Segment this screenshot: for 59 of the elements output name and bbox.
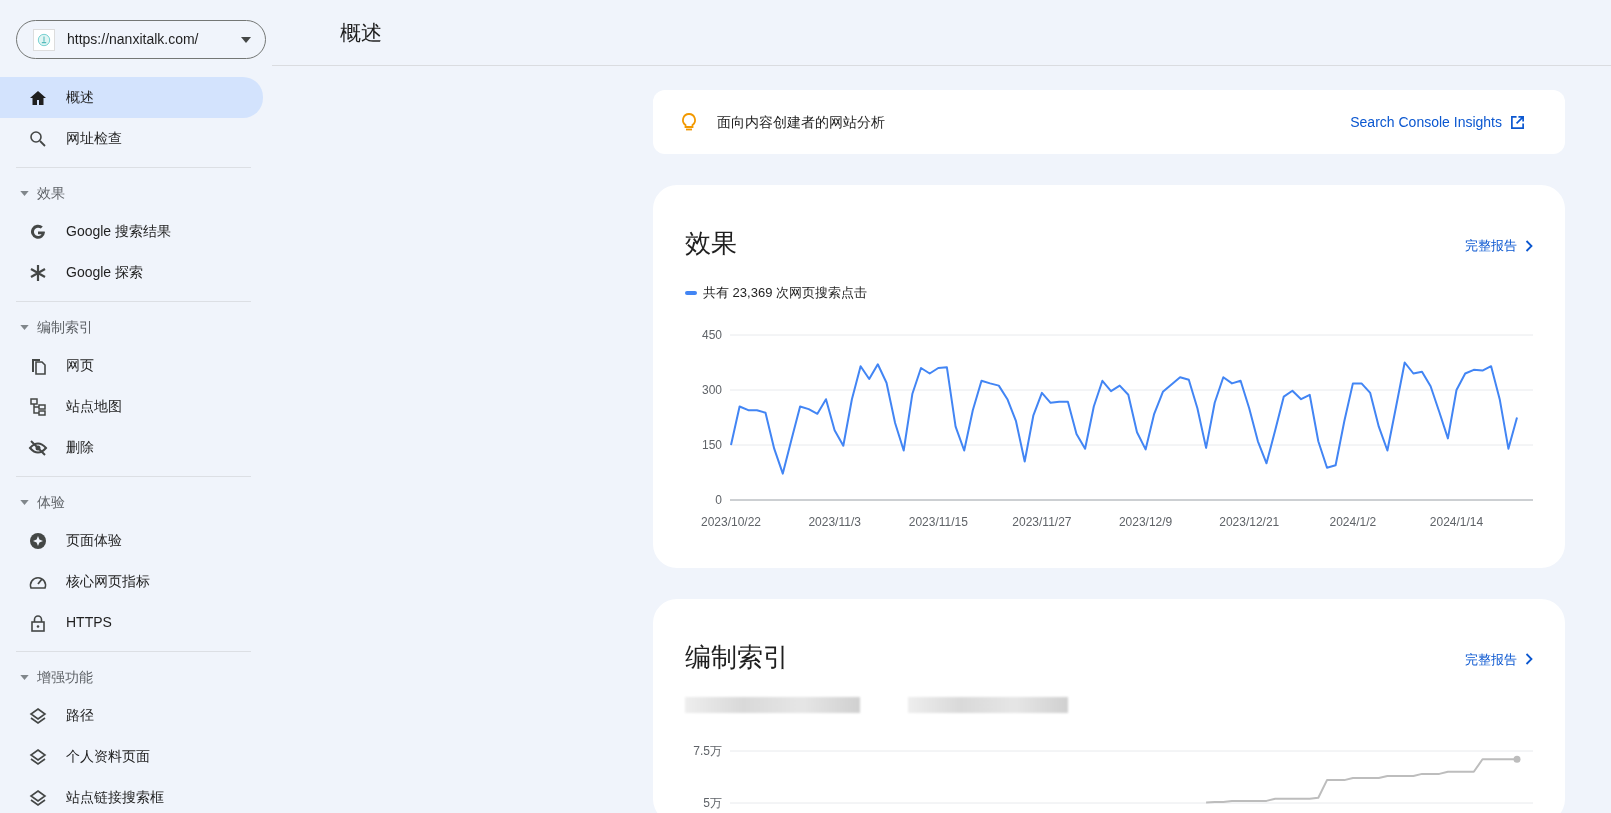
external-link-icon: [1510, 114, 1525, 130]
axis-label: 2023/11/15: [908, 514, 968, 529]
dropdown-caret-icon: [241, 36, 251, 43]
sidebar-item[interactable]: 概述: [0, 77, 263, 118]
caret-icon: [20, 500, 29, 505]
asterisk-icon: [28, 262, 48, 283]
insights-link[interactable]: Search Console Insights: [1350, 111, 1525, 133]
full-report-link[interactable]: 完整报告: [1465, 649, 1533, 670]
card-title: 编制索引: [685, 641, 789, 673]
site-favicon-icon: [33, 28, 55, 51]
layers-icon: [28, 787, 48, 808]
end-point: [1513, 755, 1521, 763]
axis-label: 2024/1/14: [1429, 514, 1484, 529]
legend-label: 共有 23,369 次网页搜索点击: [703, 284, 867, 303]
sidebar-item[interactable]: 网址检查: [0, 118, 263, 159]
axis-label: 7.5万: [693, 743, 722, 758]
hidden-eye-icon: [28, 437, 48, 458]
sidebar-item[interactable]: 站点链接搜索框: [0, 777, 263, 813]
axis-label: 450: [701, 327, 722, 342]
lock-icon: [28, 612, 48, 633]
chevron-right-icon: [1525, 239, 1533, 252]
page-title: 概述: [340, 19, 382, 46]
caret-icon: [20, 191, 29, 196]
caret-icon: [20, 675, 29, 680]
card-title: 效果: [685, 228, 737, 260]
sidebar-item[interactable]: 删除: [0, 427, 263, 468]
axis-label: 0: [715, 492, 722, 507]
search-icon: [28, 128, 48, 149]
section-heading[interactable]: 体验: [0, 485, 272, 520]
section-heading[interactable]: 编制索引: [0, 310, 272, 345]
axis-label: 300: [701, 382, 722, 397]
full-report-link[interactable]: 完整报告: [1465, 236, 1533, 256]
sitemap-icon: [28, 396, 48, 417]
sidebar-item[interactable]: Google 搜索结果: [0, 211, 263, 252]
sidebar-item[interactable]: 路径: [0, 695, 263, 736]
sidebar-item[interactable]: HTTPS: [0, 602, 263, 643]
chevron-right-icon: [1525, 653, 1533, 666]
axis-label: 2023/12/9: [1118, 514, 1173, 529]
caret-icon: [20, 325, 29, 330]
axis-label: 2023/12/21: [1219, 514, 1280, 529]
sidebar-item[interactable]: 站点地图: [0, 386, 263, 427]
sidebar-item[interactable]: 网页: [0, 345, 263, 386]
section-heading[interactable]: 效果: [0, 176, 272, 211]
axis-label: 2023/10/22: [700, 514, 762, 529]
axis-label: 2024/1/2: [1329, 514, 1377, 529]
section-heading[interactable]: 增强功能: [0, 660, 272, 695]
sidebar-item[interactable]: 个人资料页面: [0, 736, 263, 777]
lightbulb-icon: [679, 112, 699, 132]
sidebar-item[interactable]: Google 探索: [0, 252, 263, 293]
banner-text: 面向内容创建者的网站分析: [717, 112, 886, 132]
star-circle-icon: [28, 530, 48, 551]
axis-label: 5万: [703, 795, 722, 810]
layers-icon: [28, 746, 48, 767]
sidebar-item[interactable]: 页面体验: [0, 520, 263, 561]
axis-label: 150: [701, 437, 722, 452]
axis-label: 2023/11/3: [808, 514, 861, 529]
axis-label: 2023/11/27: [1012, 514, 1072, 529]
layers-icon: [28, 705, 48, 726]
sidebar-item[interactable]: 核心网页指标: [0, 561, 263, 602]
